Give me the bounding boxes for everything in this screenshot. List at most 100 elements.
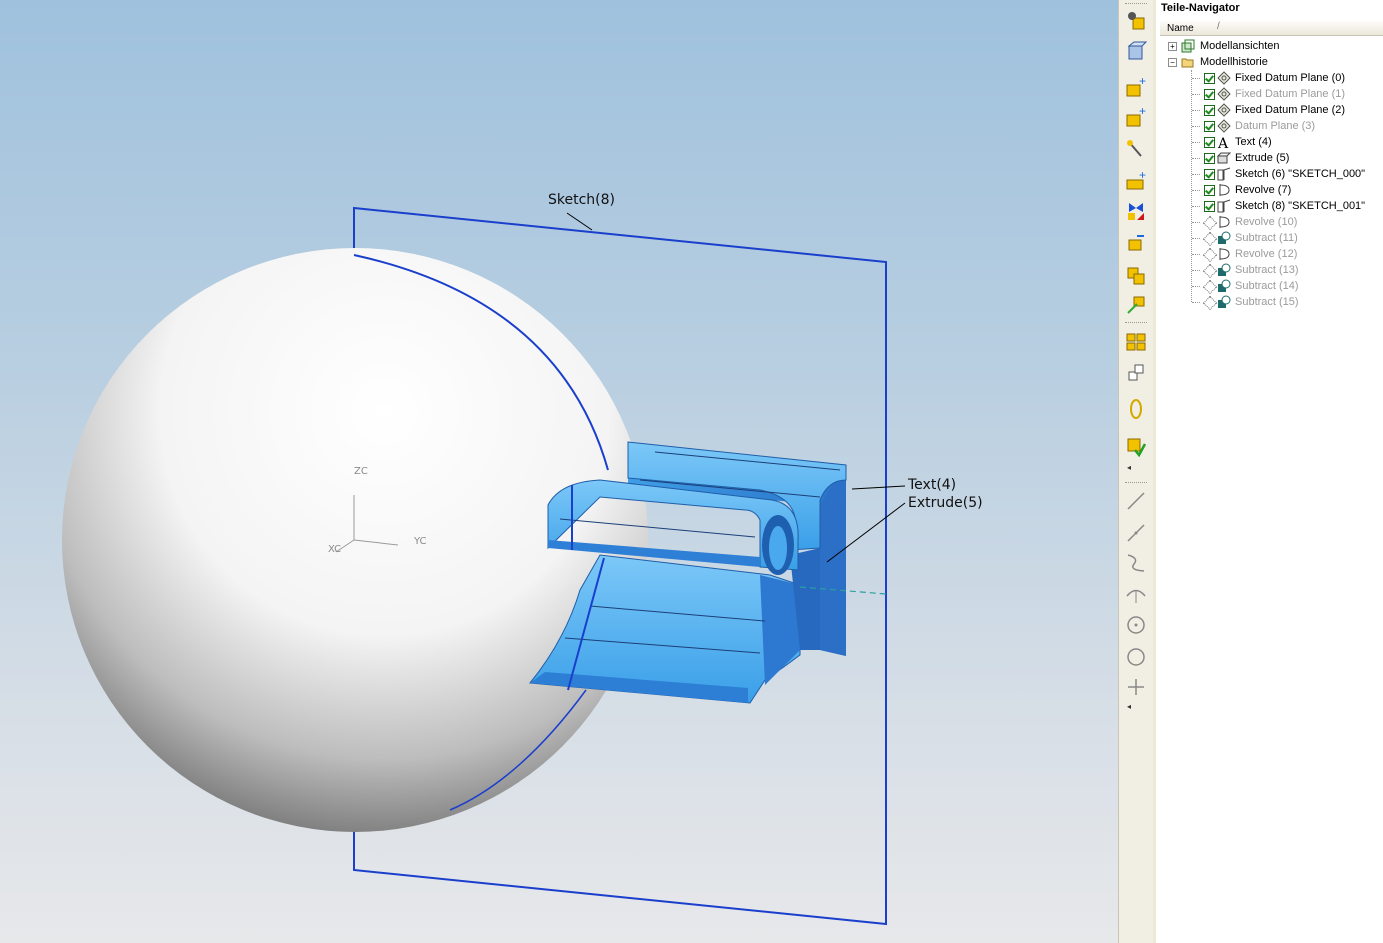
- svg-text:+: +: [1139, 170, 1146, 182]
- feature-row[interactable]: Fixed Datum Plane (2): [1156, 102, 1382, 118]
- toolbar-grip-2[interactable]: [1125, 482, 1147, 486]
- visibility-checkbox-checked[interactable]: [1204, 153, 1215, 164]
- group-icon[interactable]: [1125, 330, 1147, 352]
- text4-label[interactable]: Text(4): [908, 477, 956, 493]
- show-hide-icon[interactable]: [1125, 10, 1147, 32]
- visibility-checkbox-checked[interactable]: [1204, 73, 1215, 84]
- feature-row[interactable]: Datum Plane (3): [1156, 118, 1382, 134]
- mirror-icon[interactable]: [1125, 200, 1147, 222]
- tree-group-modellhistorie[interactable]: − Modellhistorie: [1156, 54, 1382, 70]
- svg-text:A: A: [1217, 136, 1229, 149]
- line-icon[interactable]: [1125, 490, 1147, 512]
- expand-icon[interactable]: +: [1168, 42, 1177, 51]
- feature-label: Fixed Datum Plane (2): [1235, 104, 1346, 116]
- spline-icon[interactable]: [1125, 552, 1147, 574]
- add-object-icon[interactable]: +: [1125, 106, 1147, 128]
- subtract-icon: [1217, 279, 1231, 293]
- toolbar-overflow-arrow-2[interactable]: ◂: [1127, 702, 1131, 711]
- add-body-icon[interactable]: +: [1125, 170, 1147, 192]
- visibility-checkbox-checked[interactable]: [1204, 121, 1215, 132]
- visibility-checkbox-checked[interactable]: [1204, 105, 1215, 116]
- navigator-title: Teile-Navigator: [1161, 2, 1240, 14]
- visibility-checkbox-checked[interactable]: [1204, 89, 1215, 100]
- feature-row[interactable]: Sketch (6) "SKETCH_000": [1156, 166, 1382, 182]
- visibility-checkbox-suppressed[interactable]: [1202, 215, 1218, 231]
- sketch8-label[interactable]: Sketch(8): [548, 192, 615, 208]
- tree-connector: [1192, 206, 1200, 207]
- resource-toolbar: + + + ◂ ◂: [1118, 0, 1154, 943]
- revolve-icon: [1217, 247, 1231, 261]
- part-navigator: Teile-Navigator Name / + Modellansichten…: [1153, 0, 1383, 943]
- feature-row[interactable]: A Text (4): [1156, 134, 1382, 152]
- visibility-checkbox-checked[interactable]: [1204, 201, 1215, 212]
- feature-row[interactable]: Revolve (12): [1156, 246, 1382, 263]
- feature-row[interactable]: Fixed Datum Plane (1): [1156, 86, 1382, 102]
- navigator-column-header[interactable]: Name /: [1160, 21, 1383, 36]
- toolbar-overflow-arrow[interactable]: ◂: [1127, 463, 1131, 472]
- feature-row[interactable]: Extrude (5): [1156, 150, 1382, 166]
- datum-plane-icon: [1217, 87, 1231, 101]
- feature-row[interactable]: Subtract (11): [1156, 230, 1382, 247]
- check-icon[interactable]: [1125, 436, 1147, 458]
- edit-icon[interactable]: [1125, 362, 1147, 384]
- tree-connector: [1192, 286, 1200, 287]
- tree-connector: [1192, 238, 1200, 239]
- view-cube-icon[interactable]: [1125, 40, 1147, 62]
- visibility-checkbox-checked[interactable]: [1204, 137, 1215, 148]
- subtract-icon: [1217, 295, 1231, 309]
- copy-icon[interactable]: [1125, 264, 1147, 286]
- axis-zc-label: ZC: [354, 466, 368, 477]
- feature-row[interactable]: Subtract (13): [1156, 262, 1382, 279]
- feature-label: Datum Plane (3): [1235, 120, 1316, 132]
- extrude5-label[interactable]: Extrude(5): [908, 495, 983, 511]
- datum-plane-icon: [1217, 71, 1231, 85]
- tree-connector: [1192, 110, 1200, 111]
- column-name[interactable]: Name: [1167, 23, 1194, 34]
- toolbar-grip[interactable]: [1125, 3, 1147, 7]
- feature-label: Subtract (15): [1235, 296, 1299, 308]
- move-icon[interactable]: [1125, 232, 1147, 254]
- tree-connector: [1192, 254, 1200, 255]
- new-layer-icon[interactable]: +: [1125, 76, 1147, 98]
- tree-connector: [1192, 94, 1200, 95]
- point-circle-icon[interactable]: [1125, 614, 1147, 636]
- tree-connector: [1192, 78, 1200, 79]
- arc-icon[interactable]: [1125, 583, 1147, 605]
- visibility-checkbox-suppressed[interactable]: [1202, 231, 1218, 247]
- graphics-viewport[interactable]: Sketch(8) Text(4) Extrude(5) ZC YC XC: [0, 0, 1118, 943]
- feature-row[interactable]: Subtract (14): [1156, 278, 1382, 295]
- wizard-icon[interactable]: [1125, 138, 1147, 160]
- visibility-checkbox-suppressed[interactable]: [1202, 295, 1218, 311]
- visibility-checkbox-suppressed[interactable]: [1202, 247, 1218, 263]
- tree-connector: [1192, 302, 1200, 303]
- folder-open-icon: [1181, 58, 1194, 68]
- tree-connector: [1192, 190, 1200, 191]
- visibility-checkbox-checked[interactable]: [1204, 169, 1215, 180]
- line-ortho-icon[interactable]: [1125, 522, 1147, 544]
- axis-xc-label: XC: [328, 544, 342, 555]
- model-views-icon: [1181, 39, 1195, 53]
- model-canvas[interactable]: [0, 0, 1118, 943]
- toolbar-separator: [1125, 322, 1147, 326]
- datum-plane-icon: [1217, 103, 1231, 117]
- feature-row[interactable]: Revolve (7): [1156, 182, 1382, 198]
- tree-connector: [1192, 158, 1200, 159]
- sketch-icon: [1217, 167, 1231, 181]
- feature-row[interactable]: Subtract (15): [1156, 294, 1382, 311]
- visibility-checkbox-suppressed[interactable]: [1202, 263, 1218, 279]
- feature-label: Subtract (14): [1235, 280, 1299, 292]
- circle-icon[interactable]: [1125, 646, 1147, 668]
- datum-plane-icon: [1217, 119, 1231, 133]
- sort-indicator-icon: /: [1217, 21, 1220, 32]
- tree-group-modellansichten[interactable]: + Modellansichten: [1156, 38, 1382, 54]
- feature-row[interactable]: Revolve (10): [1156, 214, 1382, 231]
- cross-point-icon[interactable]: [1125, 676, 1147, 698]
- visibility-checkbox-checked[interactable]: [1204, 185, 1215, 196]
- transform-icon[interactable]: [1125, 294, 1147, 316]
- feature-row[interactable]: Sketch (8) "SKETCH_001": [1156, 198, 1382, 214]
- visibility-checkbox-suppressed[interactable]: [1202, 279, 1218, 295]
- feature-row[interactable]: Fixed Datum Plane (0): [1156, 70, 1382, 86]
- feature-label: Subtract (11): [1235, 232, 1298, 244]
- collapse-icon[interactable]: −: [1168, 58, 1177, 67]
- link-icon[interactable]: [1125, 398, 1147, 420]
